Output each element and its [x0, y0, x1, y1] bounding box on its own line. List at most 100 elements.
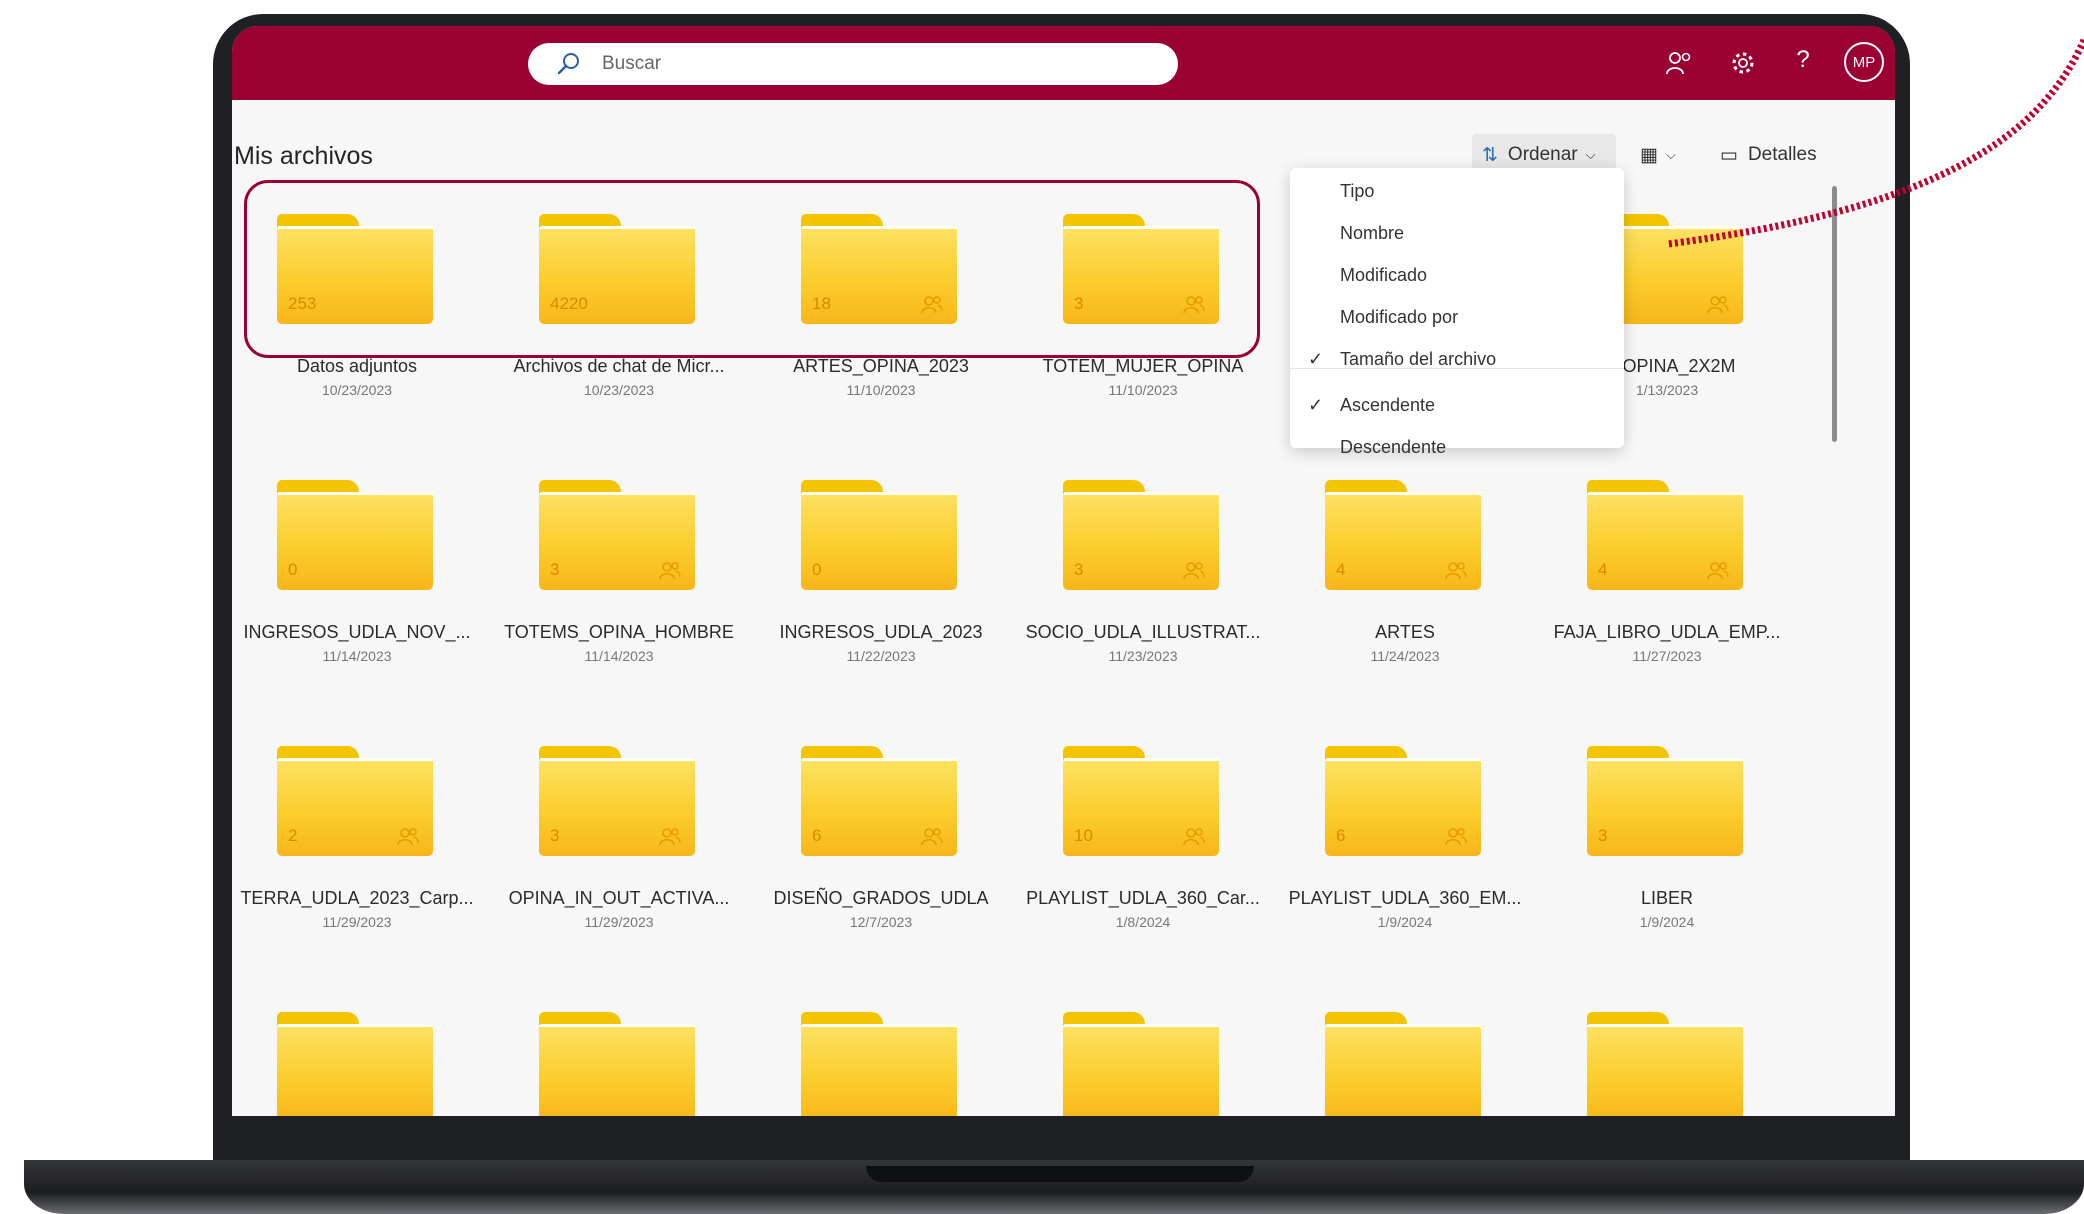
folder-item-count: 4 [1598, 560, 1608, 579]
folder-icon: 3 [539, 746, 695, 856]
sort-menu-item[interactable]: Modificado por [1290, 296, 1624, 338]
folder-name: SOCIO_UDLA_ILLUSTRAT... [1025, 622, 1261, 642]
folder-name: PLAYLIST_UDLA_360_EM... [1288, 888, 1522, 908]
folder-tile[interactable]: 10 PLAYLIST_UDLA_360_Car... 1/8/2024 [1018, 712, 1268, 932]
sort-menu-item-label: Modificado [1340, 265, 1428, 285]
folder-item-count: 6 [1336, 826, 1346, 845]
folder-icon: 0 [801, 480, 957, 590]
folder-date: 11/29/2023 [584, 914, 654, 930]
folder-icon [1325, 1012, 1481, 1116]
folder-item-count: 6 [812, 826, 822, 845]
folder-tile[interactable] [1542, 978, 1792, 1116]
shared-people-icon [659, 562, 681, 580]
folder-tile[interactable] [1280, 978, 1530, 1116]
shared-people-icon [397, 828, 419, 846]
folder-date: 11/23/2023 [1108, 648, 1178, 664]
folder-item-count: 3 [550, 560, 560, 579]
folder-date: 11/14/2023 [322, 648, 392, 664]
folder-tile[interactable]: 2 TERRA_UDLA_2023_Carp... 11/29/2023 [232, 712, 482, 932]
folder-tile[interactable]: 6 DISEÑO_GRADOS_UDLA 12/7/2023 [756, 712, 1006, 932]
folder-tile[interactable]: 3 TOTEMS_OPINA_HOMBRE 11/14/2023 [494, 446, 744, 666]
folder-icon: 6 [801, 746, 957, 856]
sort-menu-item[interactable]: Tipo [1290, 170, 1624, 212]
sort-menu-item[interactable]: Descendente [1290, 426, 1624, 468]
folder-name: ARTES_OPINA_2023 [793, 356, 969, 376]
shared-people-icon [921, 828, 943, 846]
sort-menu-item-label: Modificado por [1340, 307, 1459, 327]
folder-tile[interactable]: 4 FAJA_LIBRO_UDLA_EMP... 11/27/2023 [1542, 446, 1792, 666]
folder-name: TOTEM_MUJER_OPINA [1042, 356, 1244, 376]
shared-people-icon [1445, 562, 1467, 580]
folder-date: 1/9/2024 [1639, 914, 1695, 930]
folder-date: 11/10/2023 [1108, 382, 1178, 398]
sort-menu-item[interactable]: ✓ Ascendente [1290, 384, 1624, 426]
sort-menu-item[interactable]: Nombre [1290, 212, 1624, 254]
app-window: ? MP Mis archivos ⇅ Ordenar ⌵ ▦ ⌵ ▭ Deta… [232, 26, 1895, 1116]
folder-name: TERRA_UDLA_2023_Carp... [240, 888, 474, 908]
folder-name: ARTES [1375, 622, 1435, 642]
folder-item-count: 4 [1336, 560, 1346, 579]
shared-people-icon [1183, 562, 1205, 580]
folder-icon [1063, 1012, 1219, 1116]
folder-tile[interactable]: 0 INGRESOS_UDLA_2023 11/22/2023 [756, 446, 1006, 666]
folder-icon: 4 [1587, 480, 1743, 590]
folder-tile[interactable] [494, 978, 744, 1116]
folder-tile[interactable]: 6 PLAYLIST_UDLA_360_EM... 1/9/2024 [1280, 712, 1530, 932]
sort-dropdown-menu: Tipo Nombre Modificado Modificado por ✓ Tamañ… [1290, 168, 1624, 457]
sort-menu-item-label: Tipo [1340, 181, 1375, 201]
folder-date: 11/27/2023 [1632, 648, 1702, 664]
shared-people-icon [1707, 562, 1729, 580]
folder-item-count: 3 [1598, 826, 1608, 845]
folder-name: INGRESOS_UDLA_NOV_... [243, 622, 471, 642]
folder-name: PLAYLIST_UDLA_360_Car... [1026, 888, 1260, 908]
folder-tile[interactable] [232, 978, 482, 1116]
sort-menu-item[interactable]: ✓ Tamaño del archivo [1290, 338, 1624, 380]
folder-item-count: 10 [1074, 826, 1093, 845]
folder-icon [539, 1012, 695, 1116]
folder-icon: 4 [1325, 480, 1481, 590]
shared-people-icon [1707, 296, 1729, 314]
folder-date: 1/8/2024 [1115, 914, 1171, 930]
sort-menu-item-label: Descendente [1340, 437, 1447, 457]
folder-date: 11/29/2023 [322, 914, 392, 930]
folder-date: 10/23/2023 [583, 382, 655, 398]
folder-tile[interactable]: 3 LIBER 1/9/2024 [1542, 712, 1792, 932]
shared-people-icon [659, 828, 681, 846]
folder-icon [801, 1012, 957, 1116]
folder-name: TOTEMS_OPINA_HOMBRE [504, 622, 734, 642]
folder-item-count: 0 [812, 560, 822, 579]
folder-item-count: 2 [288, 826, 298, 845]
folder-icon: 3 [1587, 746, 1743, 856]
folder-date: 11/22/2023 [846, 648, 916, 664]
laptop-notch [866, 1166, 1254, 1182]
folder-icon: 10 [1063, 746, 1219, 856]
folder-icon: 3 [1063, 480, 1219, 590]
checkmark-icon: ✓ [1308, 395, 1324, 415]
folder-icon [277, 1012, 433, 1116]
folder-tile[interactable]: 0 INGRESOS_UDLA_NOV_... 11/14/2023 [232, 446, 482, 666]
folder-tile[interactable]: 3 SOCIO_UDLA_ILLUSTRAT... 11/23/2023 [1018, 446, 1268, 666]
folder-icon [1587, 1012, 1743, 1116]
sort-menu-item[interactable]: Modificado [1290, 254, 1624, 296]
folder-date: 1/9/2024 [1377, 914, 1433, 930]
folder-name: FAJA_LIBRO_UDLA_EMP... [1553, 622, 1781, 642]
folder-date: 11/10/2023 [846, 382, 916, 398]
folder-tile[interactable] [756, 978, 1006, 1116]
folder-name: OPINA_IN_OUT_ACTIVA... [508, 888, 730, 908]
folder-date: 11/14/2023 [584, 648, 654, 664]
folder-item-count: 3 [550, 826, 560, 845]
folder-date: 11/24/2023 [1370, 648, 1440, 664]
scrollbar[interactable] [1832, 186, 1837, 442]
selection-highlight [244, 180, 1260, 358]
folder-tile[interactable] [1018, 978, 1268, 1116]
folder-name: INGRESOS_UDLA_2023 [779, 622, 983, 642]
folder-name: LIBER [1640, 888, 1694, 908]
checkmark-icon: ✓ [1308, 349, 1324, 369]
folder-tile[interactable]: 3 OPINA_IN_OUT_ACTIVA... 11/29/2023 [494, 712, 744, 932]
folder-date: 12/7/2023 [849, 914, 913, 930]
folder-icon: 2 [277, 746, 433, 856]
sort-menu-item-label: Nombre [1340, 223, 1405, 243]
folder-item-count: 0 [288, 560, 298, 579]
menu-divider [1290, 368, 1624, 369]
folder-tile[interactable]: 4 ARTES 11/24/2023 [1280, 446, 1530, 666]
